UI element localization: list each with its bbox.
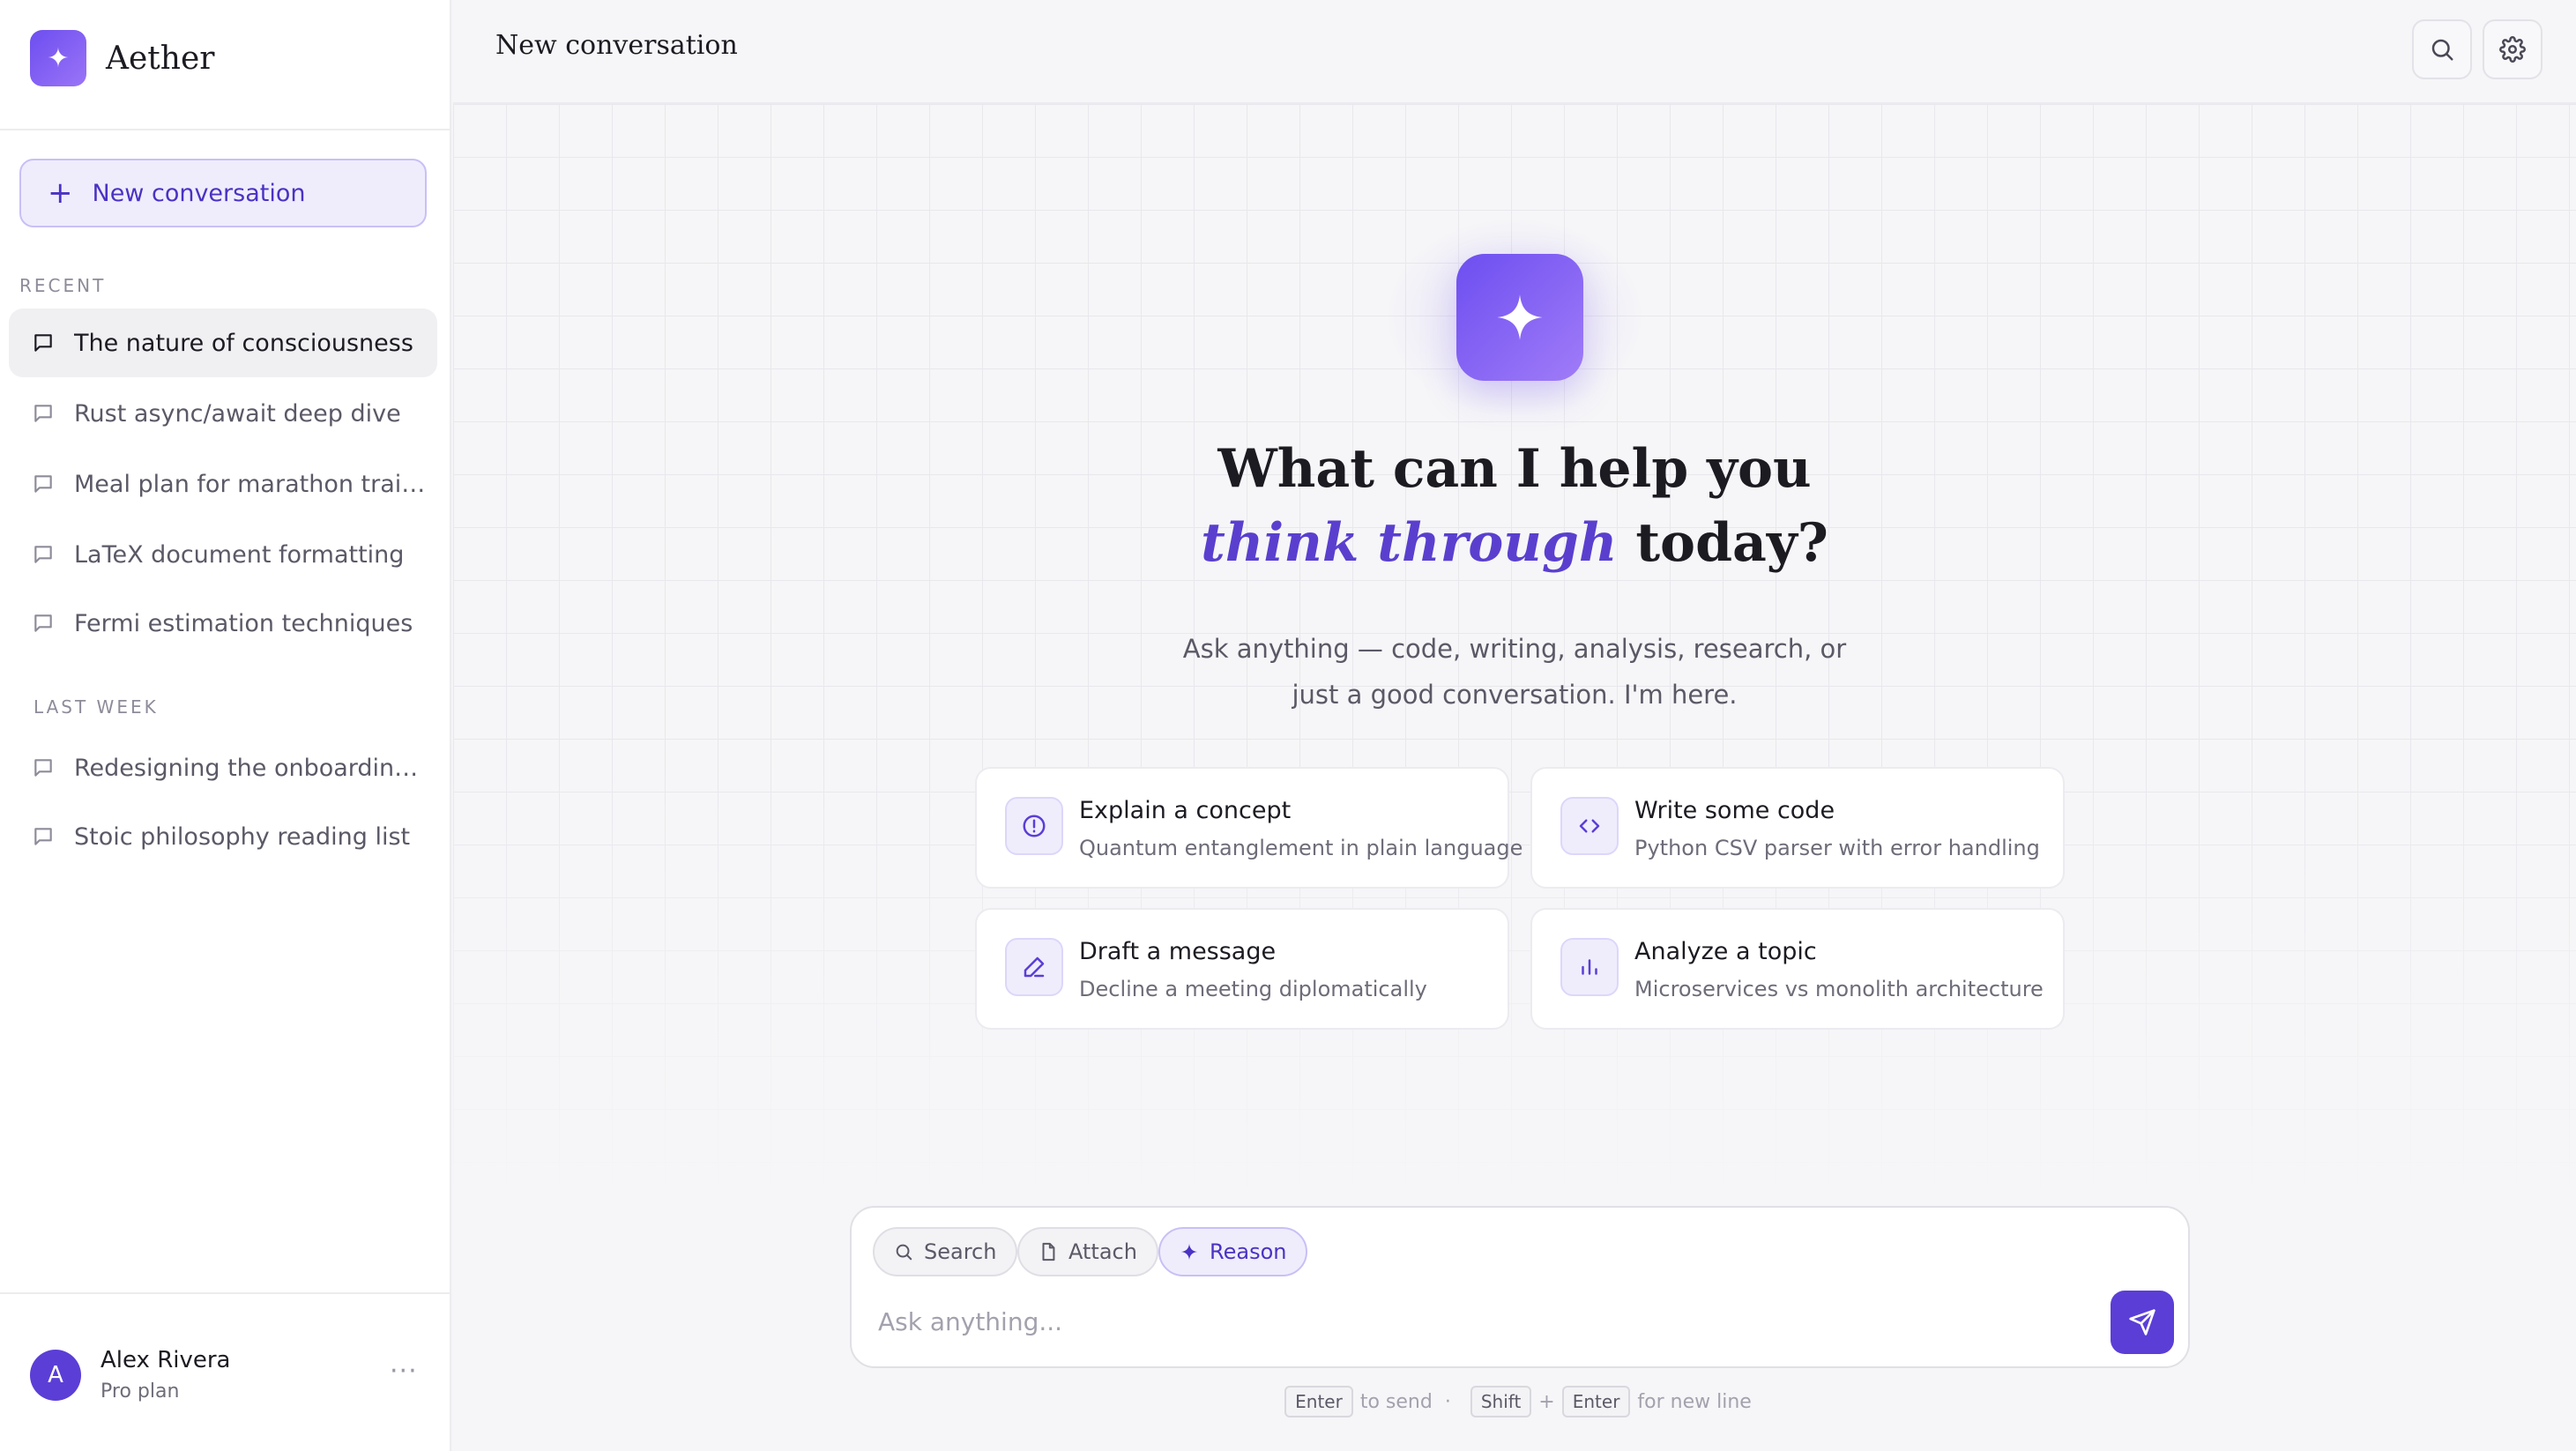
- chat-bubble-icon: [34, 759, 52, 777]
- conversation-item[interactable]: The nature of consciousness: [9, 309, 437, 377]
- more-options-icon[interactable]: ···: [390, 1356, 418, 1387]
- send-icon: [2129, 1309, 2155, 1336]
- suggestion-title: Explain a concept: [1079, 797, 1292, 824]
- chat-bubble-icon: [34, 614, 52, 632]
- app-name: Aether: [106, 40, 215, 77]
- suggestion-card[interactable]: Write some code Python CSV parser with e…: [1530, 767, 2065, 889]
- message-input[interactable]: [878, 1299, 2095, 1343]
- chat-bubble-icon: [34, 334, 52, 352]
- sparkle-logo-icon: ✦: [30, 30, 86, 86]
- suggestion-card[interactable]: Draft a message Decline a meeting diplom…: [975, 908, 1509, 1030]
- suggestion-title: Analyze a topic: [1634, 938, 1817, 965]
- gear-icon: [2499, 36, 2526, 63]
- suggestion-card[interactable]: Explain a concept Quantum entanglement i…: [975, 767, 1523, 889]
- chat-bubble-icon: [34, 546, 52, 563]
- pencil-icon: [1005, 938, 1063, 996]
- section-label-recent: RECENT: [19, 275, 107, 296]
- new-conversation-button[interactable]: + New conversation: [19, 159, 427, 227]
- avatar: A: [30, 1349, 81, 1401]
- keyboard-hint: Enter to send · Shift + Enter for new li…: [453, 1386, 2576, 1418]
- divider: [0, 129, 450, 130]
- user-name: Alex Rivera: [101, 1347, 231, 1373]
- divider: [0, 1292, 450, 1294]
- send-button[interactable]: [2111, 1291, 2174, 1354]
- new-conversation-label: New conversation: [92, 179, 306, 207]
- sidebar: ✦ Aether + New conversation RECENT The n…: [0, 0, 451, 1451]
- suggestion-title: Write some code: [1634, 797, 1835, 824]
- settings-button[interactable]: [2483, 19, 2542, 79]
- suggestion-card[interactable]: Analyze a topic Microservices vs monolit…: [1530, 908, 2065, 1030]
- hero-sparkle-icon: [1456, 254, 1583, 381]
- code-icon: [1560, 797, 1619, 855]
- conversation-item[interactable]: Meal plan for marathon training: [9, 450, 437, 518]
- suggestion-subtitle: Quantum entanglement in plain language: [1079, 836, 1523, 860]
- chip-attach[interactable]: Attach: [1017, 1227, 1158, 1276]
- chat-bubble-icon: [34, 475, 52, 493]
- chat-bubble-icon: [34, 405, 52, 422]
- page-title: New conversation: [495, 30, 738, 61]
- user-profile[interactable]: A Alex Rivera Pro plan: [30, 1347, 231, 1403]
- kbd-enter: Enter: [1561, 1386, 1631, 1418]
- conversation-item[interactable]: Fermi estimation techniques: [9, 589, 437, 658]
- topbar: New conversation: [453, 0, 2576, 104]
- suggestion-title: Draft a message: [1079, 938, 1277, 965]
- suggestion-subtitle: Python CSV parser with error handling: [1634, 836, 2040, 860]
- chip-search[interactable]: Search: [873, 1227, 1018, 1276]
- brand[interactable]: ✦ Aether: [30, 30, 214, 86]
- suggestion-subtitle: Microservices vs monolith architecture: [1634, 977, 2044, 1001]
- search-icon: [896, 1244, 912, 1261]
- info-icon: [1005, 797, 1063, 855]
- sparkle-icon: [1180, 1243, 1198, 1261]
- conversation-item[interactable]: Redesigning the onboarding flow: [9, 733, 437, 802]
- search-button[interactable]: [2412, 19, 2472, 79]
- user-plan: Pro plan: [101, 1380, 180, 1403]
- hero-headline: What can I help you think through today?: [1201, 438, 1828, 574]
- conversation-item[interactable]: LaTeX document formatting: [9, 520, 437, 589]
- conversation-item[interactable]: Stoic philosophy reading list: [9, 802, 437, 871]
- composer: Search Attach Reason: [850, 1206, 2190, 1368]
- chip-reason[interactable]: Reason: [1158, 1227, 1308, 1276]
- kbd-enter: Enter: [1284, 1386, 1353, 1418]
- plus-icon: +: [48, 175, 73, 211]
- chat-bubble-icon: [34, 828, 52, 845]
- hero-subtitle: Ask anything — code, writing, analysis, …: [1182, 634, 1847, 710]
- main-area: New conversation What can I help you thi…: [453, 0, 2576, 1451]
- section-label-last-week: LAST WEEK: [34, 696, 159, 718]
- file-icon: [1042, 1242, 1055, 1261]
- hero-accent: think through: [1201, 512, 1618, 574]
- conversation-item[interactable]: Rust async/await deep dive: [9, 379, 437, 448]
- bar-chart-icon: [1560, 938, 1619, 996]
- search-icon: [2431, 39, 2453, 61]
- kbd-shift: Shift: [1470, 1386, 1532, 1418]
- suggestion-subtitle: Decline a meeting diplomatically: [1079, 977, 1427, 1001]
